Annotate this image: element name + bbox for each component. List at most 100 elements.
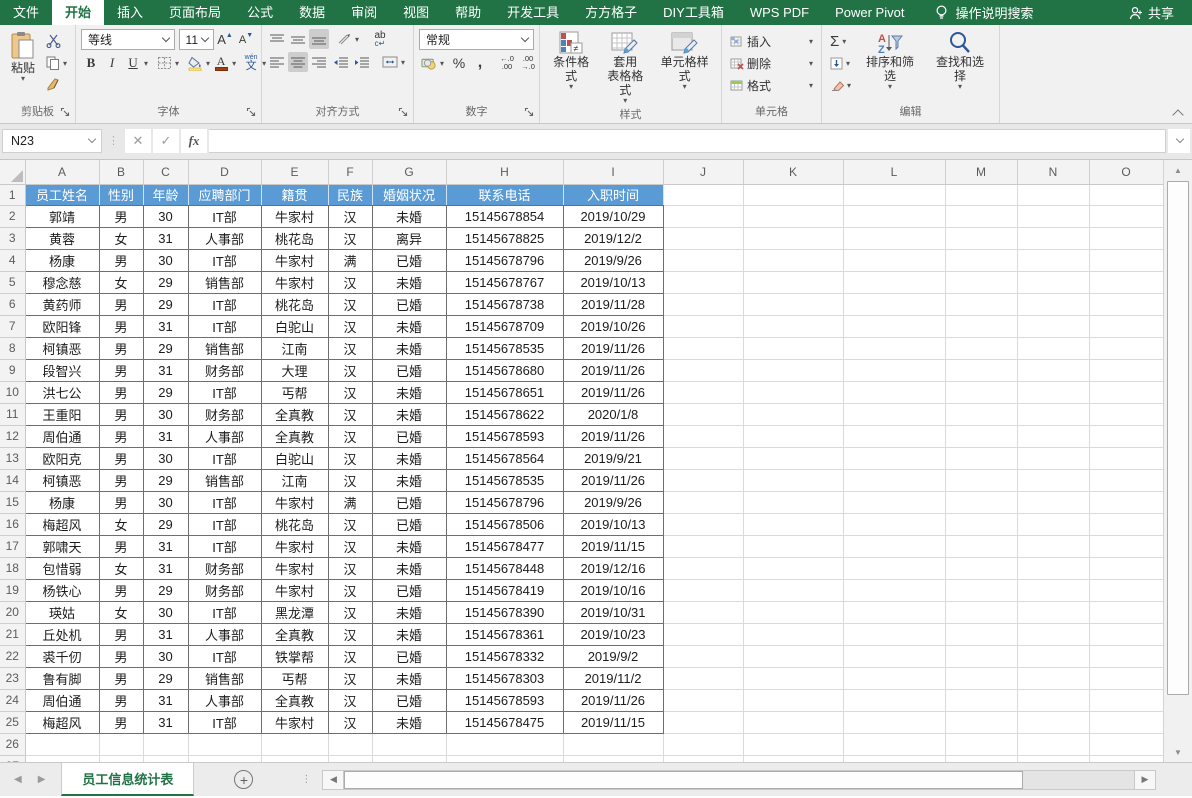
cell-I3[interactable]: 2019/12/2 [563,227,663,249]
cell-N3[interactable] [1017,227,1089,249]
cell-H27[interactable] [446,755,563,762]
cell-C12[interactable]: 31 [143,425,188,447]
row-number-22[interactable]: 22 [0,645,25,667]
cell-J21[interactable] [663,623,743,645]
scroll-left-arrow[interactable]: ◀ [322,770,344,790]
cell-N23[interactable] [1017,667,1089,689]
cell-N16[interactable] [1017,513,1089,535]
cell-M11[interactable] [945,403,1017,425]
cell-G3[interactable]: 离异 [372,227,446,249]
cell-C17[interactable]: 31 [143,535,188,557]
cell-H23[interactable]: 15145678303 [446,667,563,689]
cell-B13[interactable]: 男 [99,447,143,469]
cell-M24[interactable] [945,689,1017,711]
cell-J27[interactable] [663,755,743,762]
paste-dropdown-arrow[interactable]: ▾ [21,75,25,82]
cell-G25[interactable]: 未婚 [372,711,446,733]
cell-C22[interactable]: 30 [143,645,188,667]
cell-I5[interactable]: 2019/10/13 [563,271,663,293]
cell-E6[interactable]: 桃花岛 [261,293,328,315]
cell-J22[interactable] [663,645,743,667]
cell-A3[interactable]: 黄蓉 [25,227,99,249]
cell-I10[interactable]: 2019/11/26 [563,381,663,403]
cell-H3[interactable]: 15145678825 [446,227,563,249]
decrease-indent-button[interactable] [330,52,350,72]
cell-K3[interactable] [743,227,843,249]
row-number-23[interactable]: 23 [0,667,25,689]
cell-M6[interactable] [945,293,1017,315]
cell-O20[interactable] [1089,601,1163,623]
cell-L4[interactable] [843,249,945,271]
decrease-font-size-button[interactable]: A▼ [236,30,256,50]
cell-B26[interactable] [99,733,143,755]
cell-B15[interactable]: 男 [99,491,143,513]
cell-H18[interactable]: 15145678448 [446,557,563,579]
cell-N11[interactable] [1017,403,1089,425]
italic-button[interactable]: I [102,53,122,73]
cell-N12[interactable] [1017,425,1089,447]
cell-L2[interactable] [843,205,945,227]
cell-E8[interactable]: 江南 [261,337,328,359]
cell-O26[interactable] [1089,733,1163,755]
cell-E5[interactable]: 牛家村 [261,271,328,293]
autosum-button[interactable]: Σ▾ [827,31,854,51]
cell-A18[interactable]: 包惜弱 [25,557,99,579]
ribbon-tab-审阅[interactable]: 审阅 [338,0,390,25]
cell-C24[interactable]: 31 [143,689,188,711]
cell-D17[interactable]: IT部 [188,535,261,557]
cell-G10[interactable]: 未婚 [372,381,446,403]
align-top-button[interactable] [267,29,287,49]
cell-O22[interactable] [1089,645,1163,667]
ribbon-tab-视图[interactable]: 视图 [390,0,442,25]
cell-E1[interactable]: 籍贯 [261,184,328,205]
cell-L15[interactable] [843,491,945,513]
cell-O27[interactable] [1089,755,1163,762]
row-number-3[interactable]: 3 [0,227,25,249]
cell-H7[interactable]: 15145678709 [446,315,563,337]
cell-C27[interactable] [143,755,188,762]
cell-C13[interactable]: 30 [143,447,188,469]
cell-L24[interactable] [843,689,945,711]
cell-L8[interactable] [843,337,945,359]
cell-G26[interactable] [372,733,446,755]
cell-C23[interactable]: 29 [143,667,188,689]
number-format-combo[interactable]: 常规 [419,29,534,50]
cell-M7[interactable] [945,315,1017,337]
cell-H5[interactable]: 15145678767 [446,271,563,293]
cancel-entry-button[interactable]: ✕ [125,129,151,153]
cell-K2[interactable] [743,205,843,227]
cell-H1[interactable]: 联系电话 [446,184,563,205]
cell-L10[interactable] [843,381,945,403]
cell-E4[interactable]: 牛家村 [261,249,328,271]
cell-H21[interactable]: 15145678361 [446,623,563,645]
cell-F1[interactable]: 民族 [328,184,372,205]
orientation-button[interactable] [334,29,354,49]
cell-K7[interactable] [743,315,843,337]
cell-L9[interactable] [843,359,945,381]
cell-N22[interactable] [1017,645,1089,667]
ribbon-tab-DIY工具箱[interactable]: DIY工具箱 [650,0,737,25]
cell-G2[interactable]: 未婚 [372,205,446,227]
font-dialog-launcher[interactable] [246,107,257,118]
cell-F23[interactable]: 汉 [328,667,372,689]
cell-L25[interactable] [843,711,945,733]
column-header-K[interactable]: K [743,160,843,184]
cell-C21[interactable]: 31 [143,623,188,645]
cell-O2[interactable] [1089,205,1163,227]
row-number-9[interactable]: 9 [0,359,25,381]
sheet-tab-active[interactable]: 员工信息统计表 [61,763,194,796]
cell-L17[interactable] [843,535,945,557]
font-name-combo[interactable]: 等线 [81,29,175,50]
cell-G6[interactable]: 已婚 [372,293,446,315]
cell-A12[interactable]: 周伯通 [25,425,99,447]
cell-C10[interactable]: 29 [143,381,188,403]
cell-I2[interactable]: 2019/10/29 [563,205,663,227]
row-number-2[interactable]: 2 [0,205,25,227]
insert-cells-button[interactable]: 插入▾ [727,31,816,51]
cell-D11[interactable]: 财务部 [188,403,261,425]
cell-N8[interactable] [1017,337,1089,359]
cell-A7[interactable]: 欧阳锋 [25,315,99,337]
cell-G27[interactable] [372,755,446,762]
cell-K24[interactable] [743,689,843,711]
cell-E26[interactable] [261,733,328,755]
